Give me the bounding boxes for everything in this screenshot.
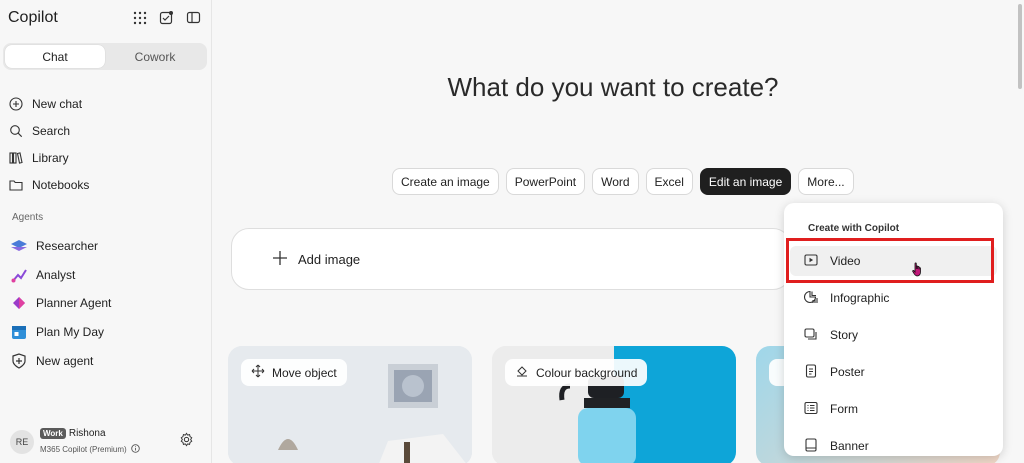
sidebar-item-label: Library (32, 150, 69, 165)
poster-icon (804, 363, 818, 381)
sidebar-nav: New chat Search Library Notebooks (8, 90, 204, 198)
add-image-label: Add image (298, 251, 361, 267)
menu-item-label: Story (830, 328, 859, 342)
agents-list: Researcher Analyst Planner Agent Plan My… (10, 232, 206, 375)
settings-gear-icon[interactable] (179, 432, 194, 450)
tasks-icon[interactable] (158, 9, 175, 26)
sidebar-item-library[interactable]: Library (8, 144, 204, 171)
menu-item-poster[interactable]: Poster (790, 357, 997, 387)
analyst-icon (10, 266, 28, 284)
sidebar-item-search[interactable]: Search (8, 117, 204, 144)
menu-item-story[interactable]: Story (790, 320, 997, 350)
agent-label: Researcher (36, 239, 99, 254)
card-label: Colour background (505, 359, 648, 386)
menu-item-label: Infographic (830, 291, 890, 305)
form-icon (804, 401, 818, 418)
researcher-icon (10, 237, 28, 255)
new-agent-icon (10, 352, 28, 370)
apps-grid-icon[interactable] (131, 9, 148, 26)
menu-item-banner[interactable]: Banner (790, 431, 997, 456)
sidebar-item-label: Notebooks (32, 177, 90, 192)
sidebar-item-label: New chat (32, 96, 83, 111)
highlight-box (786, 238, 994, 283)
agent-analyst[interactable]: Analyst (10, 261, 206, 290)
chip-word[interactable]: Word (592, 168, 639, 195)
agents-section-label: Agents (12, 212, 44, 223)
card-move-object[interactable]: Move object (228, 346, 472, 463)
search-icon (8, 123, 24, 139)
infographic-icon (803, 290, 818, 307)
menu-item-label: Form (830, 402, 858, 416)
user-name-line: Work Rishona (40, 428, 106, 439)
info-icon[interactable] (130, 444, 140, 455)
chip-powerpoint[interactable]: PowerPoint (505, 168, 586, 195)
user-plan-line: M365 Copilot (Premium) (40, 444, 140, 455)
collapse-sidebar-icon[interactable] (185, 9, 202, 26)
folder-icon (8, 177, 24, 193)
avatar: RE (10, 430, 34, 454)
paint-bucket-icon (515, 364, 529, 381)
plus-circle-icon (8, 96, 24, 112)
chip-create-image[interactable]: Create an image (392, 168, 499, 195)
banner-icon (804, 437, 818, 455)
agent-new-agent[interactable]: New agent (10, 346, 206, 375)
card-label-text: Colour background (536, 365, 638, 380)
sidebar-item-new-chat[interactable]: New chat (8, 90, 204, 117)
sidebar-item-notebooks[interactable]: Notebooks (8, 171, 204, 198)
agent-researcher[interactable]: Researcher (10, 232, 206, 261)
work-badge: Work (40, 428, 66, 439)
tab-cowork[interactable]: Cowork (105, 45, 205, 68)
agent-label: New agent (36, 353, 94, 368)
calendar-icon (10, 323, 28, 341)
agent-planner[interactable]: Planner Agent (10, 289, 206, 318)
library-icon (8, 150, 24, 166)
planner-icon (10, 294, 28, 312)
story-icon (804, 327, 818, 344)
hand-cursor-icon (912, 262, 924, 280)
card-label-text: Move object (272, 365, 337, 380)
menu-item-label: Banner (830, 439, 869, 453)
sidebar-item-label: Search (32, 123, 71, 138)
agent-label: Plan My Day (36, 325, 105, 340)
user-plan: M365 Copilot (Premium) (40, 445, 127, 454)
menu-item-form[interactable]: Form (790, 394, 997, 424)
user-name: Rishona (68, 428, 106, 439)
scrollbar[interactable] (1016, 0, 1024, 463)
sidebar: Copilot Chat Cowork New chat Search Libr… (0, 0, 212, 463)
chip-more[interactable]: More... (798, 168, 854, 195)
tab-chat[interactable]: Chat (5, 45, 105, 68)
card-label: Move object (241, 359, 347, 386)
move-icon (251, 364, 265, 381)
agent-label: Planner Agent (36, 296, 112, 311)
sidebar-top-icons (131, 9, 202, 26)
user-profile[interactable]: RE Work Rishona M365 Copilot (Premium) (8, 426, 208, 458)
menu-item-infographic[interactable]: Infographic (790, 283, 997, 313)
menu-item-label: Poster (830, 365, 865, 379)
page-title: What do you want to create? (447, 72, 779, 102)
scrollbar-thumb[interactable] (1018, 4, 1022, 89)
card-colour-background[interactable]: Colour background (492, 346, 736, 463)
menu-title: Create with Copilot (808, 223, 900, 234)
chip-excel[interactable]: Excel (645, 168, 693, 195)
agent-label: Analyst (36, 267, 76, 282)
add-image-dropzone[interactable]: Add image (231, 228, 791, 290)
agent-plan-my-day[interactable]: Plan My Day (10, 318, 206, 347)
mode-toggle: Chat Cowork (3, 43, 207, 70)
create-chips: Create an image PowerPoint Word Excel Ed… (392, 168, 854, 195)
plus-icon (272, 250, 288, 269)
chip-edit-image[interactable]: Edit an image (699, 168, 792, 195)
app-title: Copilot (8, 9, 58, 26)
